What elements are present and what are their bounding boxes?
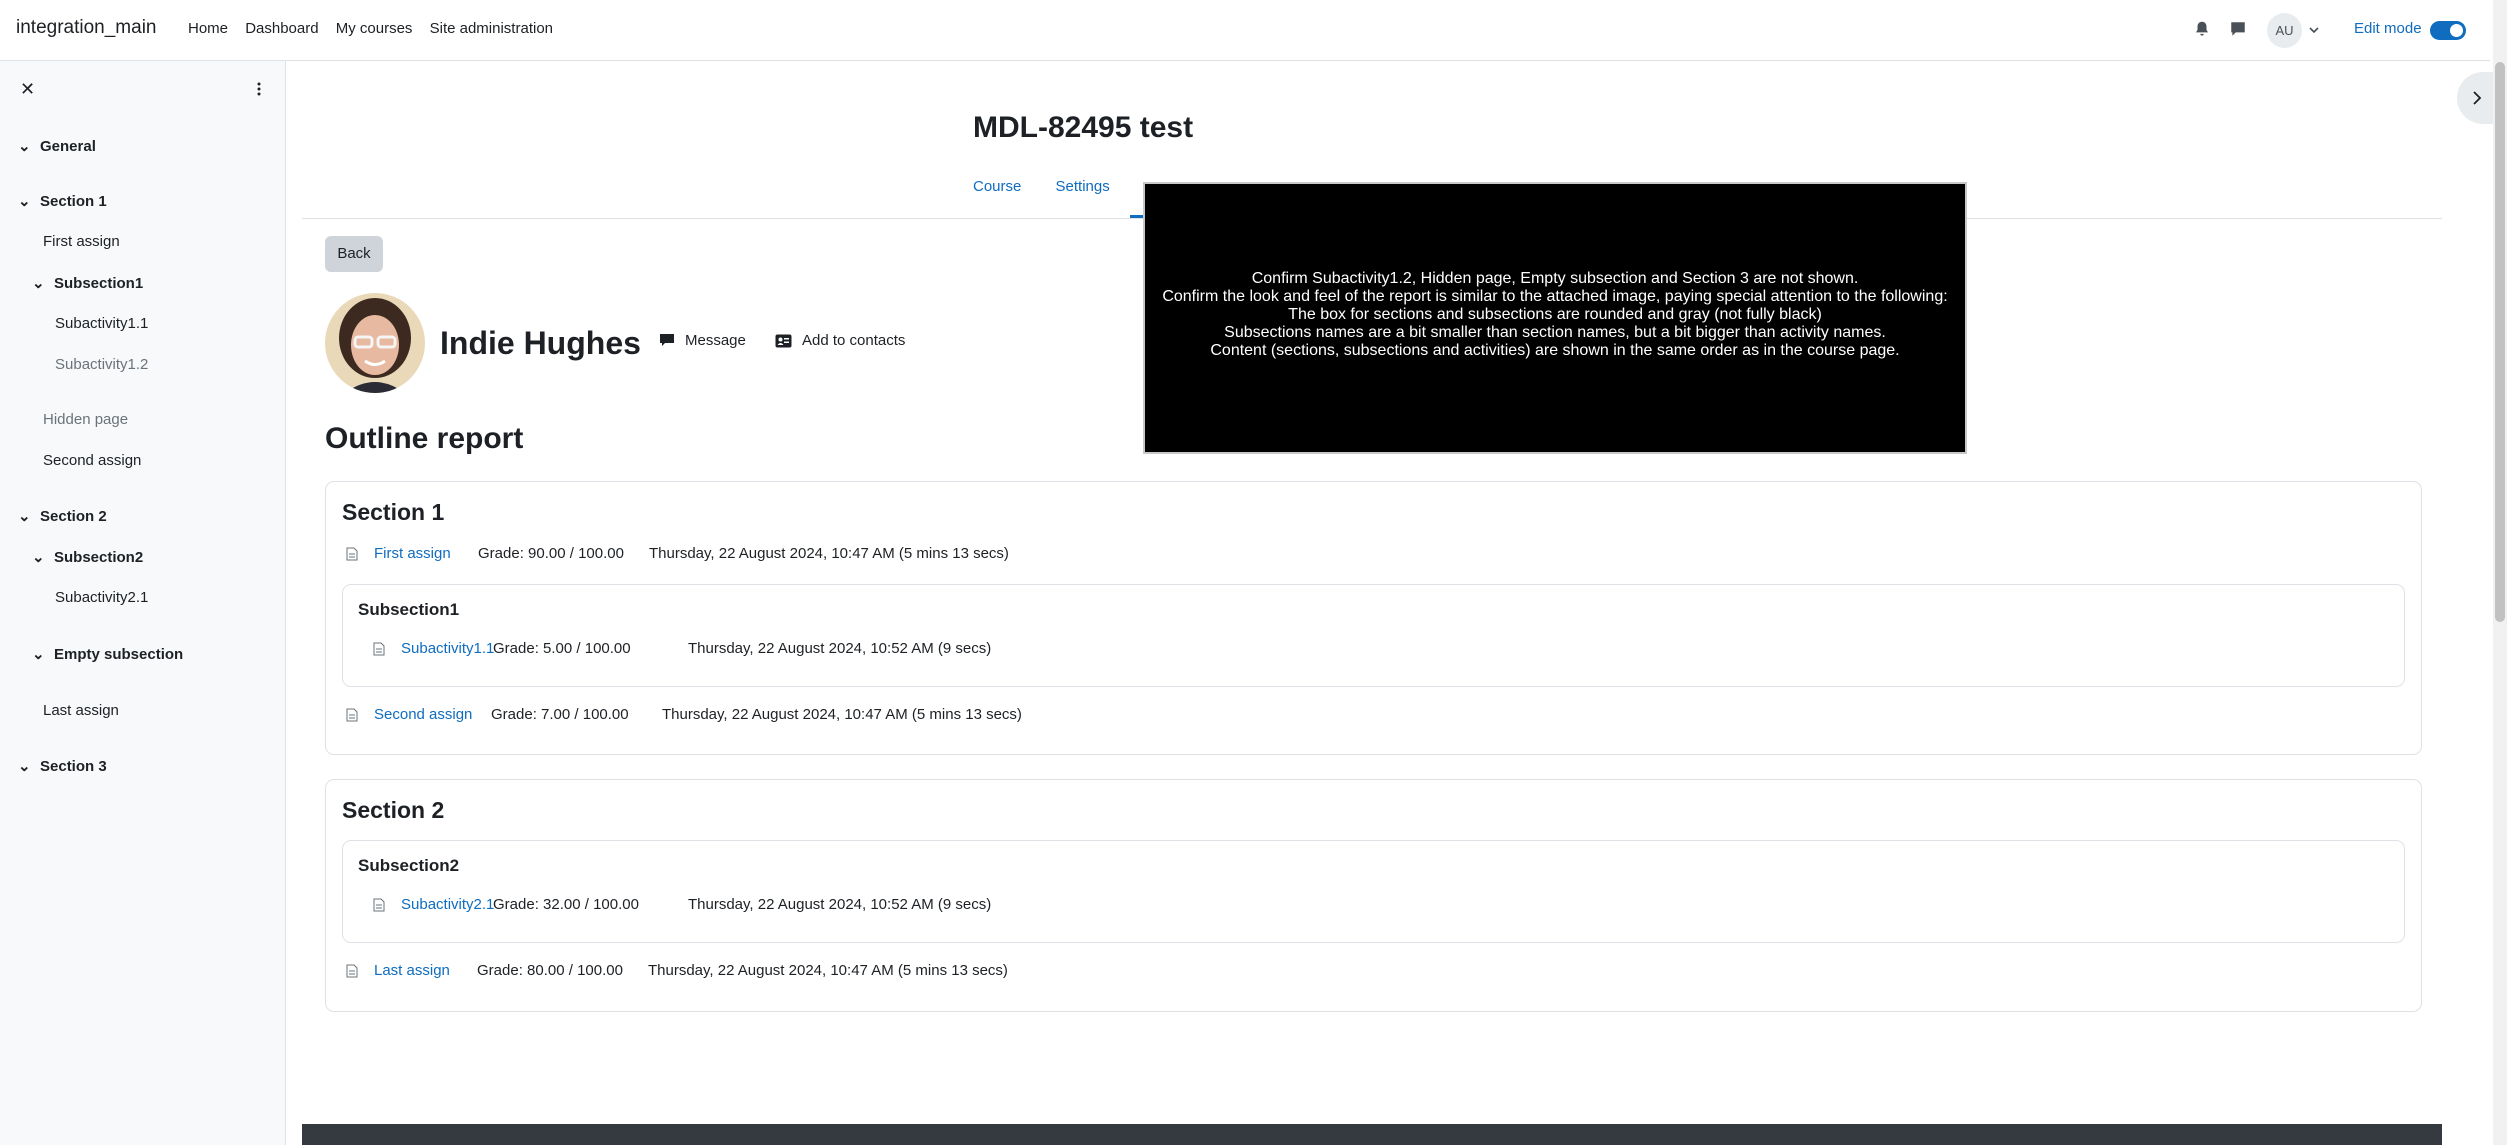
back-button[interactable]: Back <box>325 236 383 272</box>
activity-last-access: Thursday, 22 August 2024, 10:47 AM (5 mi… <box>649 545 1009 562</box>
primary-navigation: Home Dashboard My courses Site administr… <box>188 20 566 37</box>
site-brand[interactable]: integration_main <box>16 17 156 39</box>
assign-icon <box>346 964 358 978</box>
course-index-label: Section 2 <box>40 508 107 525</box>
course-index-section-3[interactable]: ⌄ Section 3 <box>18 757 107 775</box>
page-scrollbar-thumb[interactable] <box>2495 62 2505 622</box>
course-index-activity-second-assign[interactable]: Second assign <box>43 452 141 469</box>
toggle-knob <box>2450 24 2463 37</box>
subsection-box-2: Subsection2 Subactivity2.1 Grade: 32.00 … <box>342 840 2405 943</box>
course-index-label: Subsection2 <box>54 549 144 566</box>
activity-grade: Grade: 32.00 / 100.00 <box>493 896 639 913</box>
activity-grade: Grade: 80.00 / 100.00 <box>477 962 623 979</box>
section-box-2: Section 2 Subsection2 Subactivity2.1 Gra… <box>325 779 2422 1012</box>
course-index-drawer: ✕ ⌄ General ⌄ Section 1 First assign ⌄ Subs… <box>0 61 286 1145</box>
page-title: MDL-82495 test <box>973 111 1194 144</box>
assign-icon <box>373 898 385 912</box>
edit-mode-label: Edit mode <box>2354 20 2422 37</box>
activity-last-access: Thursday, 22 August 2024, 10:52 AM (9 se… <box>688 640 992 657</box>
tab-course[interactable]: Course <box>973 178 1021 195</box>
open-block-drawer-button[interactable] <box>2457 72 2497 124</box>
course-index-section-2[interactable]: ⌄ Section 2 <box>18 507 107 525</box>
instruction-line: Content (sections, subsections and activ… <box>1210 342 1900 359</box>
chevron-down-icon[interactable]: ⌄ <box>32 645 46 663</box>
instruction-line: Confirm Subactivity1.2, Hidden page, Emp… <box>1251 270 1859 287</box>
activity-grade: Grade: 7.00 / 100.00 <box>491 706 629 723</box>
top-navbar: integration_main Home Dashboard My cours… <box>0 0 2490 61</box>
activity-link[interactable]: Subactivity1.1 <box>401 640 494 657</box>
activity-grade: Grade: 5.00 / 100.00 <box>493 640 631 657</box>
activity-link[interactable]: Subactivity2.1 <box>401 896 494 913</box>
instruction-line: Subsections names are a bit smaller than… <box>1224 324 1886 341</box>
section-box-1: Section 1 First assign Grade: 90.00 / 10… <box>325 481 2422 755</box>
add-to-contacts-button[interactable]: Add to contacts <box>775 332 905 349</box>
bell-icon[interactable] <box>2193 20 2211 38</box>
subsection-box-1: Subsection1 Subactivity1.1 Grade: 5.00 /… <box>342 584 2405 687</box>
edit-mode-toggle[interactable] <box>2430 21 2466 40</box>
test-instructions-overlay: Confirm Subactivity1.2, Hidden page, Emp… <box>1143 182 1967 454</box>
kebab-icon[interactable] <box>254 81 264 97</box>
message-button[interactable]: Message <box>659 332 746 349</box>
course-index-section-1[interactable]: ⌄ Section 1 <box>18 192 107 210</box>
course-index-activity-first-assign[interactable]: First assign <box>43 233 120 250</box>
course-index-label: Empty subsection <box>54 646 184 663</box>
assign-icon <box>346 547 358 561</box>
close-icon[interactable]: ✕ <box>20 79 35 100</box>
assign-icon <box>346 708 358 722</box>
chevron-down-icon[interactable]: ⌄ <box>18 757 32 775</box>
chevron-down-icon[interactable] <box>2309 25 2319 35</box>
course-index-activity-subactivity1-1[interactable]: Subactivity1.1 <box>55 315 148 332</box>
user-avatar-photo <box>325 293 425 393</box>
user-full-name: Indie Hughes <box>440 325 641 361</box>
nav-home[interactable]: Home <box>188 20 228 37</box>
subsection-title: Subsection1 <box>358 600 460 619</box>
instruction-line: Confirm the look and feel of the report … <box>1162 288 1948 305</box>
message-label: Message <box>685 332 746 349</box>
chevron-right-icon <box>2473 91 2482 105</box>
activity-grade: Grade: 90.00 / 100.00 <box>478 545 624 562</box>
course-index-activity-last-assign[interactable]: Last assign <box>43 702 119 719</box>
secondary-navigation: Course Settings <box>973 178 1140 195</box>
course-index-subsection-2[interactable]: ⌄ Subsection2 <box>32 548 143 566</box>
chat-icon[interactable] <box>2229 20 2247 38</box>
add-to-contacts-label: Add to contacts <box>802 332 906 349</box>
message-icon <box>660 334 674 346</box>
course-index-label: Subsection1 <box>54 275 144 292</box>
course-index-label: General <box>40 138 96 155</box>
course-index-empty-subsection[interactable]: ⌄ Empty subsection <box>32 645 183 663</box>
course-index-section-general[interactable]: ⌄ General <box>18 137 96 155</box>
assign-icon <box>373 642 385 656</box>
user-menu-avatar[interactable]: AU <box>2267 13 2302 48</box>
activity-link[interactable]: First assign <box>374 545 451 562</box>
chevron-down-icon[interactable]: ⌄ <box>32 274 46 292</box>
chevron-down-icon[interactable]: ⌄ <box>18 192 32 210</box>
activity-link[interactable]: Second assign <box>374 706 472 723</box>
chevron-down-icon[interactable]: ⌄ <box>18 137 32 155</box>
activity-last-access: Thursday, 22 August 2024, 10:47 AM (5 mi… <box>648 962 1008 979</box>
activity-link[interactable]: Last assign <box>374 962 450 979</box>
section-title: Section 2 <box>342 797 445 823</box>
course-index-subsection-1[interactable]: ⌄ Subsection1 <box>32 274 143 292</box>
course-index-activity-subactivity2-1[interactable]: Subactivity2.1 <box>55 589 148 606</box>
course-index-label: Section 1 <box>40 193 107 210</box>
instructions-text: Confirm Subactivity1.2, Hidden page, Emp… <box>1145 270 1965 360</box>
nav-dashboard[interactable]: Dashboard <box>245 20 318 37</box>
subsection-title: Subsection2 <box>358 856 460 875</box>
address-card-icon <box>775 334 792 348</box>
activity-last-access: Thursday, 22 August 2024, 10:52 AM (9 se… <box>688 896 992 913</box>
nav-site-administration[interactable]: Site administration <box>430 20 553 37</box>
tab-settings[interactable]: Settings <box>1056 178 1110 195</box>
chevron-down-icon[interactable]: ⌄ <box>18 507 32 525</box>
page-footer <box>302 1124 2442 1145</box>
course-index-label: Section 3 <box>40 758 107 775</box>
course-index-activity-subactivity1-2[interactable]: Subactivity1.2 <box>55 356 148 373</box>
course-index-activity-hidden-page[interactable]: Hidden page <box>43 411 128 428</box>
nav-my-courses[interactable]: My courses <box>336 20 413 37</box>
section-title: Section 1 <box>342 499 445 525</box>
chevron-down-icon[interactable]: ⌄ <box>32 548 46 566</box>
active-tab-indicator <box>1130 215 1144 218</box>
report-heading: Outline report <box>325 422 524 455</box>
instruction-line: The box for sections and subsections are… <box>1288 306 1822 323</box>
activity-last-access: Thursday, 22 August 2024, 10:47 AM (5 mi… <box>662 706 1022 723</box>
